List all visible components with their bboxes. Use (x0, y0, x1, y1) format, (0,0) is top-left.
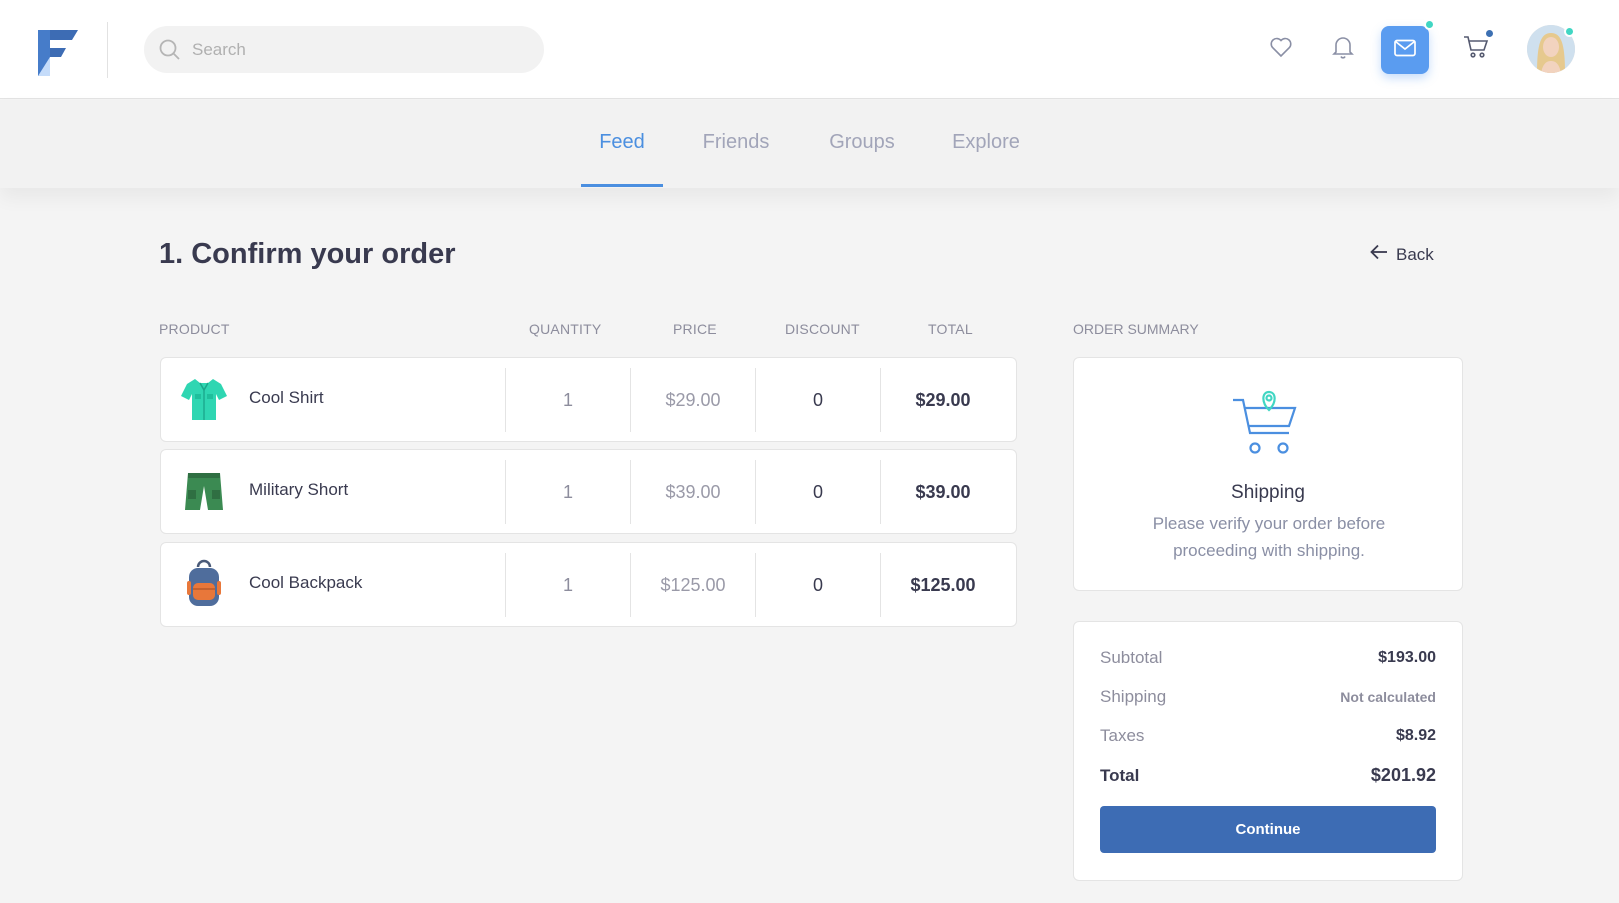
page-title: 1. Confirm your order (159, 238, 456, 270)
product-name: Military Short (249, 480, 349, 499)
quantity-cell: 1 (505, 553, 630, 617)
product-name: Cool Shirt (249, 388, 324, 407)
search-bar[interactable] (144, 26, 544, 73)
tab-explore[interactable]: Explore (946, 100, 1026, 188)
logo-f-icon[interactable] (38, 26, 80, 76)
column-header-quantity: QUANTITY (529, 321, 602, 337)
bell-icon (1332, 35, 1354, 64)
shipping-cart-icon (1231, 388, 1307, 458)
order-row: Cool Shirt 1 $29.00 0 $29.00 (160, 357, 1017, 442)
discount-cell: 0 (755, 460, 880, 524)
price-cell: $39.00 (630, 460, 755, 524)
shipping-info-card: Shipping Please verify your order before… (1073, 357, 1463, 591)
order-row: Cool Backpack 1 $125.00 0 $125.00 (160, 542, 1017, 627)
main-tabs: Feed Friends Groups Explore (0, 100, 1619, 188)
quantity-cell: 1 (505, 460, 630, 524)
total-cell: $39.00 (880, 460, 1005, 524)
taxes-row: Taxes $8.92 (1100, 726, 1436, 746)
cart-icon (1463, 35, 1489, 64)
search-icon (158, 38, 182, 62)
top-bar (0, 0, 1619, 99)
backpack-icon (179, 559, 229, 609)
quantity-cell: 1 (505, 368, 630, 432)
shipping-value: Not calculated (1340, 689, 1436, 705)
continue-button[interactable]: Continue (1100, 806, 1436, 853)
taxes-label: Taxes (1100, 726, 1145, 745)
column-header-total: TOTAL (928, 321, 973, 337)
heart-icon (1269, 36, 1293, 63)
active-tab-indicator (581, 184, 663, 187)
messages-badge (1424, 19, 1435, 30)
column-header-product: PRODUCT (159, 321, 230, 337)
online-status-dot (1564, 26, 1575, 37)
shipping-label: Shipping (1100, 687, 1167, 706)
search-input[interactable] (192, 26, 532, 73)
back-button[interactable]: Back (1370, 244, 1434, 265)
total-cell: $125.00 (880, 553, 1005, 617)
messages-button[interactable] (1381, 26, 1429, 74)
column-header-discount: DISCOUNT (785, 321, 860, 337)
subtotal-label: Subtotal (1100, 648, 1163, 667)
subtotal-row: Subtotal $193.00 (1100, 648, 1436, 668)
total-row: Total $201.92 (1100, 765, 1436, 786)
total-value: $201.92 (1370, 765, 1436, 785)
discount-cell: 0 (755, 553, 880, 617)
price-cell: $29.00 (630, 368, 755, 432)
cart-badge (1484, 28, 1495, 39)
order-row: Military Short 1 $39.00 0 $39.00 (160, 449, 1017, 534)
mail-icon (1394, 39, 1416, 62)
product-name: Cool Backpack (249, 573, 363, 592)
total-cell: $29.00 (880, 368, 1005, 432)
shipping-description: Please verify your order before proceedi… (1152, 514, 1386, 560)
taxes-value: $8.92 (1395, 727, 1436, 744)
shorts-icon (179, 466, 229, 516)
shipping-row: Shipping Not calculated (1100, 687, 1436, 707)
arrow-left-icon (1370, 244, 1388, 265)
tab-friends[interactable]: Friends (696, 100, 776, 188)
order-totals-card: Subtotal $193.00 Shipping Not calculated… (1073, 621, 1463, 881)
back-label: Back (1396, 244, 1434, 264)
price-cell: $125.00 (630, 553, 755, 617)
discount-cell: 0 (755, 368, 880, 432)
total-label: Total (1100, 765, 1140, 785)
favorites-button[interactable] (1263, 31, 1299, 67)
order-summary-heading: ORDER SUMMARY (1073, 321, 1199, 337)
shirt-icon (179, 374, 229, 424)
subtotal-value: $193.00 (1378, 649, 1436, 666)
tab-feed[interactable]: Feed (581, 100, 663, 188)
notifications-button[interactable] (1325, 31, 1361, 67)
shipping-title: Shipping (1231, 482, 1305, 503)
tab-groups[interactable]: Groups (822, 100, 902, 188)
column-header-price: PRICE (673, 321, 717, 337)
logo-divider (107, 22, 108, 78)
